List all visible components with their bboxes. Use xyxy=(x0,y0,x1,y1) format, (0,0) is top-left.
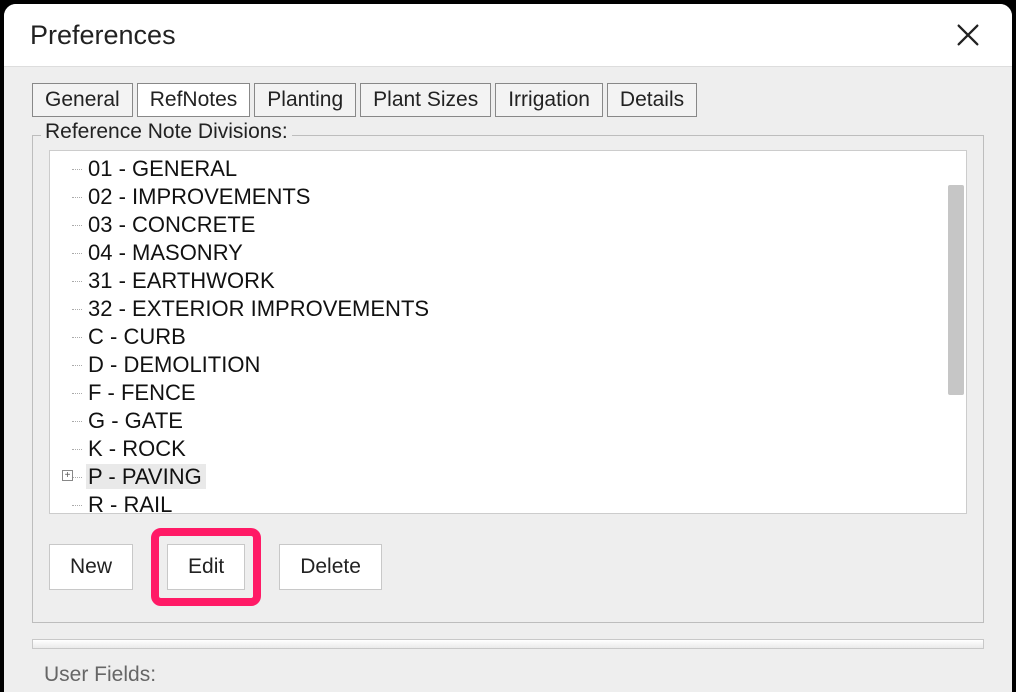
preferences-window: Preferences GeneralRefNotesPlantingPlant… xyxy=(4,4,1012,692)
tree-item[interactable]: C - CURB xyxy=(74,323,966,351)
edit-button[interactable]: Edit xyxy=(167,544,245,590)
tree-item-label: K - ROCK xyxy=(86,436,190,461)
tab-bar: GeneralRefNotesPlantingPlant SizesIrriga… xyxy=(32,83,984,117)
close-icon[interactable] xyxy=(954,21,982,49)
tab-refnotes[interactable]: RefNotes xyxy=(137,83,251,117)
tree-item[interactable]: R - RAIL xyxy=(74,491,966,514)
tree-item[interactable]: G - GATE xyxy=(74,407,966,435)
divisions-button-row: New Edit Delete xyxy=(49,528,967,606)
tree-item[interactable]: 31 - EARTHWORK xyxy=(74,267,966,295)
tree-item[interactable]: 02 - IMPROVEMENTS xyxy=(74,183,966,211)
divider-bar xyxy=(32,639,984,649)
user-fields-label: User Fields: xyxy=(44,663,984,687)
window-title: Preferences xyxy=(30,20,176,51)
tree-item[interactable]: 01 - GENERAL xyxy=(74,155,966,183)
tree-item-label: 04 - MASONRY xyxy=(86,240,247,265)
tree-item[interactable]: K - ROCK xyxy=(74,435,966,463)
expand-icon[interactable]: + xyxy=(62,470,73,481)
tree-item-label: F - FENCE xyxy=(86,380,200,405)
divisions-group-label: Reference Note Divisions: xyxy=(41,120,292,144)
tree-item[interactable]: 32 - EXTERIOR IMPROVEMENTS xyxy=(74,295,966,323)
edit-button-highlight: Edit xyxy=(151,528,261,606)
delete-button[interactable]: Delete xyxy=(279,544,382,590)
divisions-tree[interactable]: 01 - GENERAL 02 - IMPROVEMENTS 03 - CONCRE… xyxy=(49,150,967,514)
tab-irrigation[interactable]: Irrigation xyxy=(495,83,603,117)
tree-item-label: 02 - IMPROVEMENTS xyxy=(86,184,314,209)
tree-item-label: G - GATE xyxy=(86,408,187,433)
tree-item-label: C - CURB xyxy=(86,324,190,349)
tree-item[interactable]: F - FENCE xyxy=(74,379,966,407)
tree-item[interactable]: 04 - MASONRY xyxy=(74,239,966,267)
scrollbar-thumb[interactable] xyxy=(948,185,964,395)
tree-item-label: 01 - GENERAL xyxy=(86,156,241,181)
divisions-group: Reference Note Divisions: 01 - GENERAL02… xyxy=(32,135,984,623)
titlebar: Preferences xyxy=(4,4,1012,66)
tab-details[interactable]: Details xyxy=(607,83,697,117)
tree-item-label: 32 - EXTERIOR IMPROVEMENTS xyxy=(86,296,433,321)
tab-plant-sizes[interactable]: Plant Sizes xyxy=(360,83,491,117)
below-divisions: User Fields: xyxy=(32,639,984,687)
tree-item-label: R - RAIL xyxy=(86,492,176,514)
tree-item-label: P - PAVING xyxy=(86,464,206,489)
tree-item[interactable]: +P - PAVING xyxy=(74,463,966,491)
tree-item-label: D - DEMOLITION xyxy=(86,352,264,377)
tab-planting[interactable]: Planting xyxy=(254,83,356,117)
tree-item-label: 03 - CONCRETE xyxy=(86,212,259,237)
new-button[interactable]: New xyxy=(49,544,133,590)
tree-item[interactable]: D - DEMOLITION xyxy=(74,351,966,379)
tree-item[interactable]: 03 - CONCRETE xyxy=(74,211,966,239)
tree-item-label: 31 - EARTHWORK xyxy=(86,268,279,293)
client-area: GeneralRefNotesPlantingPlant SizesIrriga… xyxy=(4,66,1012,692)
tab-general[interactable]: General xyxy=(32,83,133,117)
